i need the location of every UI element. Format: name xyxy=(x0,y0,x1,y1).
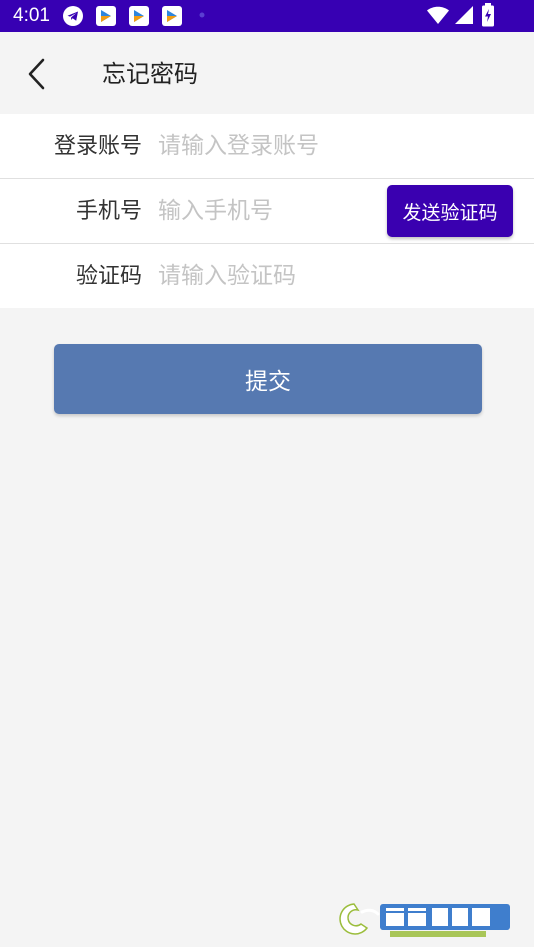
back-button[interactable] xyxy=(20,54,56,94)
app-notification-icon xyxy=(96,6,116,26)
code-label: 验证码 xyxy=(75,264,142,289)
dot-icon xyxy=(199,12,205,18)
telegram-icon xyxy=(63,6,83,26)
chevron-left-icon xyxy=(28,58,45,90)
wifi-icon xyxy=(427,6,449,24)
status-time: 4:01 xyxy=(13,5,50,26)
account-row: 登录账号 xyxy=(0,114,534,179)
app-notification-icon xyxy=(129,6,149,26)
submit-button[interactable]: 提交 xyxy=(54,344,482,414)
app-notification-icon xyxy=(162,6,182,26)
phone-label: 手机号 xyxy=(75,199,142,224)
account-input[interactable] xyxy=(158,128,378,164)
account-label: 登录账号 xyxy=(53,134,142,159)
status-bar: 4:01 xyxy=(0,0,534,32)
battery-charging-icon xyxy=(482,3,494,27)
send-code-button[interactable]: 发送验证码 xyxy=(387,185,513,237)
code-input[interactable] xyxy=(158,258,378,294)
signal-icon xyxy=(455,6,473,24)
phone-input[interactable] xyxy=(158,193,378,229)
app-bar: 忘记密码 xyxy=(0,32,534,114)
page-title: 忘记密码 xyxy=(102,60,198,88)
phone-row: 手机号 发送验证码 xyxy=(0,179,534,244)
reset-password-form: 登录账号 手机号 发送验证码 验证码 xyxy=(0,114,534,308)
site-watermark-logo xyxy=(339,903,510,937)
code-row: 验证码 xyxy=(0,244,534,308)
